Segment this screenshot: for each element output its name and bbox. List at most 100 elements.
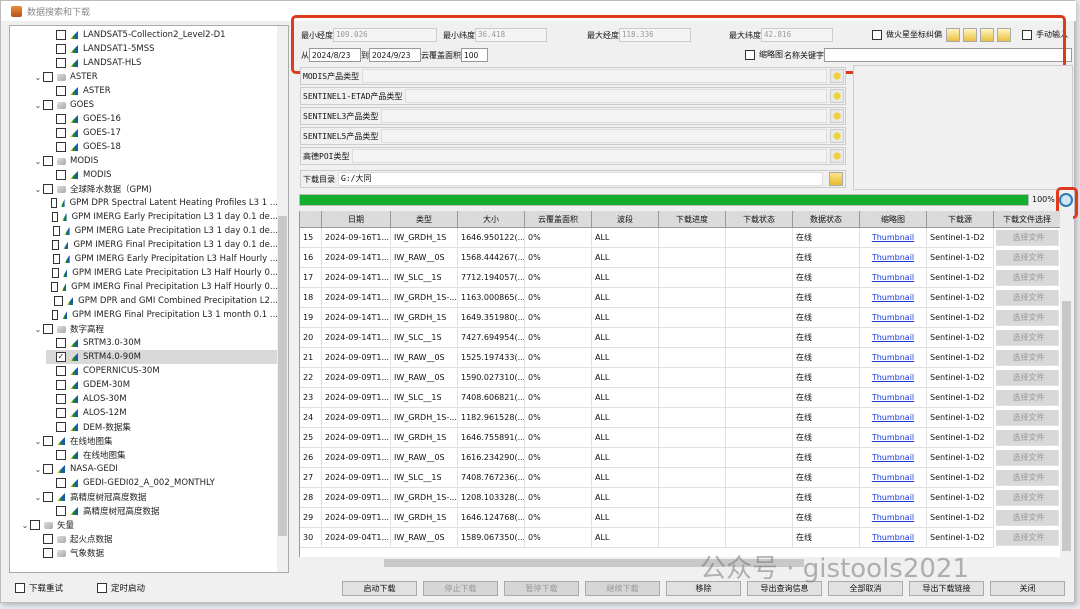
tree-item[interactable]: LANDSAT1-5MSS bbox=[46, 42, 278, 56]
column-header[interactable]: 下载进度 bbox=[659, 211, 726, 228]
tree-item[interactable]: ⌄ 数字高程 bbox=[33, 322, 278, 336]
tree-checkbox[interactable] bbox=[51, 268, 59, 278]
thumbnail-link[interactable]: Thumbnail bbox=[860, 368, 927, 388]
scroll-thumb[interactable] bbox=[278, 216, 287, 536]
table-vscrollbar[interactable] bbox=[1060, 211, 1073, 557]
folder-browse-icon[interactable] bbox=[829, 172, 843, 186]
tree-checkbox[interactable] bbox=[43, 324, 53, 334]
tree-item[interactable]: MODIS bbox=[46, 168, 278, 182]
tree-item[interactable]: 气象数据 bbox=[33, 546, 278, 560]
select-file-button[interactable]: 选择文件 bbox=[996, 370, 1059, 386]
chevron-down-icon[interactable]: ⌄ bbox=[20, 521, 30, 530]
chevron-down-icon[interactable]: ⌄ bbox=[33, 185, 43, 194]
tree-item[interactable]: ⌄ 全球降水数据（GPM) bbox=[33, 182, 278, 196]
tree-item[interactable]: GPM IMERG Late Precipitation L3 Half Hou… bbox=[46, 266, 278, 280]
thumbnail-link[interactable]: Thumbnail bbox=[860, 388, 927, 408]
thumbnail-link[interactable]: Thumbnail bbox=[860, 468, 927, 488]
action-button[interactable]: 停止下载 bbox=[423, 581, 498, 596]
chevron-down-icon[interactable]: ⌄ bbox=[33, 465, 43, 474]
column-header[interactable]: 下载状态 bbox=[726, 211, 793, 228]
tree-checkbox[interactable] bbox=[56, 408, 66, 418]
tree-checkbox[interactable] bbox=[56, 142, 66, 152]
tree-checkbox[interactable] bbox=[50, 198, 57, 208]
tree-item[interactable]: GPM IMERG Final Precipitation L3 1 day 0… bbox=[46, 238, 278, 252]
timer-start-checkbox[interactable]: 定时启动 bbox=[97, 582, 145, 594]
tree-item[interactable]: ✓ SRTM4.0-90M bbox=[46, 350, 278, 364]
tree-checkbox[interactable] bbox=[56, 170, 66, 180]
tree-checkbox[interactable] bbox=[43, 184, 53, 194]
tree-checkbox[interactable] bbox=[56, 58, 66, 68]
download-dir-input[interactable]: G:/大同 bbox=[338, 172, 823, 186]
select-file-button[interactable]: 选择文件 bbox=[996, 450, 1059, 466]
tree-item[interactable]: GPM DPR Spectral Latent Heating Profiles… bbox=[46, 196, 278, 210]
column-header[interactable]: 下载文件选择 bbox=[994, 211, 1060, 228]
tree-item[interactable]: GPM IMERG Final Precipitation L3 Half Ho… bbox=[46, 280, 278, 294]
tree-checkbox[interactable] bbox=[56, 114, 66, 124]
tree-item[interactable]: GOES-18 bbox=[46, 140, 278, 154]
select-file-button[interactable]: 选择文件 bbox=[996, 410, 1059, 426]
chevron-down-icon[interactable]: ⌄ bbox=[33, 493, 43, 502]
tree-item[interactable]: ⌄ 高精度树冠高度数据 bbox=[33, 490, 278, 504]
tree-checkbox[interactable] bbox=[56, 478, 66, 488]
gear-icon[interactable] bbox=[830, 69, 844, 83]
product-type-input[interactable] bbox=[381, 109, 827, 123]
chevron-down-icon[interactable]: ⌄ bbox=[33, 157, 43, 166]
tree-item[interactable]: LANDSAT-HLS bbox=[46, 56, 278, 70]
tree-checkbox[interactable] bbox=[43, 436, 53, 446]
chevron-down-icon[interactable]: ⌄ bbox=[33, 73, 43, 82]
tree-checkbox[interactable] bbox=[56, 366, 66, 376]
tree-item[interactable]: ⌄ 在线地图集 bbox=[33, 434, 278, 448]
tree-item[interactable]: GPM IMERG Early Precipitation L3 1 day 0… bbox=[46, 210, 278, 224]
product-type-input[interactable] bbox=[405, 89, 827, 103]
product-type-input[interactable] bbox=[352, 149, 827, 163]
column-header[interactable]: 日期 bbox=[322, 211, 391, 228]
tree-checkbox[interactable] bbox=[56, 506, 66, 516]
action-button[interactable]: 暂停下载 bbox=[504, 581, 579, 596]
select-file-button[interactable]: 选择文件 bbox=[996, 230, 1059, 246]
tree-item[interactable]: GPM IMERG Early Precipitation L3 Half Ho… bbox=[46, 252, 278, 266]
select-file-button[interactable]: 选择文件 bbox=[996, 270, 1059, 286]
tree-checkbox[interactable] bbox=[43, 100, 53, 110]
tree-item[interactable]: 在线地图集 bbox=[46, 448, 278, 462]
select-file-button[interactable]: 选择文件 bbox=[996, 330, 1059, 346]
tree-item[interactable]: GOES-16 bbox=[46, 112, 278, 126]
tree-checkbox[interactable] bbox=[43, 534, 53, 544]
tree-item[interactable]: 起火点数据 bbox=[33, 532, 278, 546]
thumbnail-link[interactable]: Thumbnail bbox=[860, 448, 927, 468]
tree-item[interactable]: GPM IMERG Final Precipitation L3 1 month… bbox=[46, 308, 278, 322]
gear-icon[interactable] bbox=[830, 89, 844, 103]
select-file-button[interactable]: 选择文件 bbox=[996, 310, 1059, 326]
tree-item[interactable]: ⌄ ASTER bbox=[33, 70, 278, 84]
tree-item[interactable]: ASTER bbox=[46, 84, 278, 98]
tree-checkbox[interactable] bbox=[43, 492, 53, 502]
tree-checkbox[interactable] bbox=[54, 296, 63, 306]
tree-item[interactable]: 高精度树冠高度数据 bbox=[46, 504, 278, 518]
tree-item[interactable]: GPM IMERG Late Precipitation L3 1 day 0.… bbox=[46, 224, 278, 238]
tree-checkbox[interactable]: ✓ bbox=[56, 352, 66, 362]
dataset-tree[interactable]: LANDSAT5-Collection2_Level2-D1 LANDSAT1-5… bbox=[9, 25, 289, 573]
select-file-button[interactable]: 选择文件 bbox=[996, 510, 1059, 526]
select-file-button[interactable]: 选择文件 bbox=[996, 290, 1059, 306]
tree-checkbox[interactable] bbox=[56, 394, 66, 404]
tree-scrollbar[interactable] bbox=[277, 26, 288, 572]
tree-checkbox[interactable] bbox=[52, 226, 61, 236]
tree-checkbox[interactable] bbox=[56, 86, 66, 96]
download-retry-checkbox[interactable]: 下载重试 bbox=[15, 582, 63, 594]
tree-item[interactable]: GDEM-30M bbox=[46, 378, 278, 392]
tree-checkbox[interactable] bbox=[51, 282, 58, 292]
tree-item[interactable]: ⌄ GOES bbox=[33, 98, 278, 112]
tree-item[interactable]: SRTM3.0-30M bbox=[46, 336, 278, 350]
thumbnail-link[interactable]: Thumbnail bbox=[860, 348, 927, 368]
chevron-down-icon[interactable]: ⌄ bbox=[33, 437, 43, 446]
chevron-down-icon[interactable]: ⌄ bbox=[33, 101, 43, 110]
select-file-button[interactable]: 选择文件 bbox=[996, 250, 1059, 266]
gear-icon[interactable] bbox=[830, 129, 844, 143]
tree-checkbox[interactable] bbox=[51, 212, 59, 222]
tree-item[interactable]: COPERNICUS-30M bbox=[46, 364, 278, 378]
thumbnail-link[interactable]: Thumbnail bbox=[860, 228, 927, 248]
tree-item[interactable]: DEM-数据集 bbox=[46, 420, 278, 434]
column-header[interactable]: 波段 bbox=[592, 211, 659, 228]
tree-item[interactable]: ⌄ NASA-GEDI bbox=[33, 462, 278, 476]
action-button[interactable]: 继续下载 bbox=[585, 581, 660, 596]
column-header[interactable]: 大小 bbox=[458, 211, 525, 228]
